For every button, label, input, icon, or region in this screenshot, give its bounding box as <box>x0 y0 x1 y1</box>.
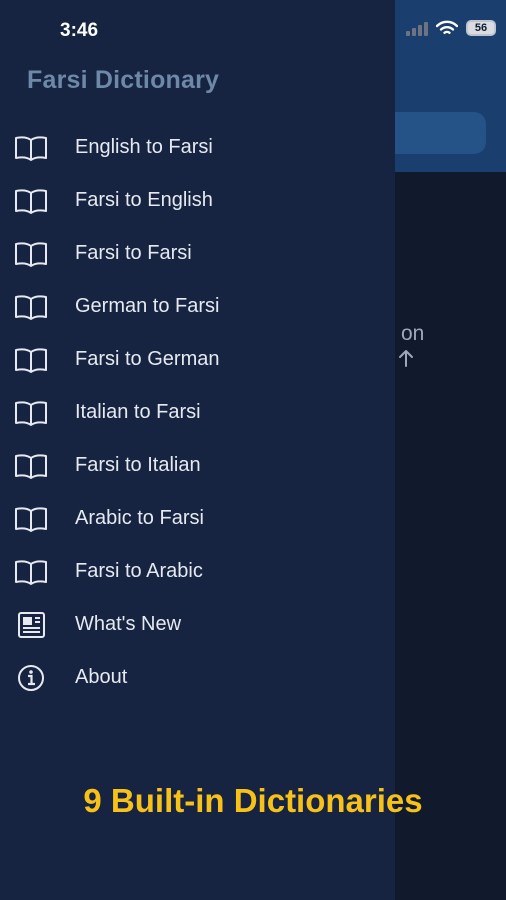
menu-item-label: Italian to Farsi <box>75 401 201 423</box>
battery-icon: 56 <box>466 20 496 36</box>
status-time: 3:46 <box>60 20 99 41</box>
menu-item-english-to-farsi[interactable]: English to Farsi <box>0 121 395 174</box>
book-icon <box>13 240 49 268</box>
menu-item-label: Farsi to Arabic <box>75 560 203 582</box>
drawer-title: Farsi Dictionary <box>27 66 220 94</box>
cellular-signal-icon <box>406 20 428 36</box>
book-icon <box>13 134 49 162</box>
menu-item-label: Farsi to English <box>75 189 213 211</box>
book-icon <box>13 187 49 215</box>
menu-item-label: German to Farsi <box>75 295 220 317</box>
menu-item-label: Farsi to German <box>75 348 220 370</box>
menu-item-label: Farsi to Italian <box>75 454 201 476</box>
menu-item-farsi-to-arabic[interactable]: Farsi to Arabic <box>0 545 395 598</box>
menu-item-about[interactable]: About <box>0 651 395 704</box>
arrow-up-icon <box>399 350 413 367</box>
book-icon <box>13 399 49 427</box>
menu-item-label: Farsi to Farsi <box>75 242 192 264</box>
menu-item-italian-to-farsi[interactable]: Italian to Farsi <box>0 386 395 439</box>
background-hint-text: on <box>401 322 425 345</box>
book-icon <box>13 452 49 480</box>
book-icon <box>13 505 49 533</box>
status-icons: 56 <box>406 20 496 36</box>
menu-item-label: About <box>75 666 128 688</box>
promo-caption: 9 Built-in Dictionaries <box>83 782 423 819</box>
drawer-menu: English to Farsi Farsi to English Farsi … <box>0 121 395 704</box>
menu-item-label: What's New <box>75 613 182 635</box>
menu-item-farsi-to-italian[interactable]: Farsi to Italian <box>0 439 395 492</box>
menu-item-arabic-to-farsi[interactable]: Arabic to Farsi <box>0 492 395 545</box>
book-icon <box>13 558 49 586</box>
menu-item-german-to-farsi[interactable]: German to Farsi <box>0 280 395 333</box>
book-icon <box>13 346 49 374</box>
navigation-drawer: Farsi Dictionary English to Farsi Farsi … <box>0 0 395 900</box>
menu-item-label: Arabic to Farsi <box>75 507 204 529</box>
newspaper-icon <box>13 611 49 639</box>
menu-item-farsi-to-english[interactable]: Farsi to English <box>0 174 395 227</box>
info-icon <box>13 664 49 692</box>
menu-item-farsi-to-german[interactable]: Farsi to German <box>0 333 395 386</box>
wifi-icon <box>436 20 458 34</box>
book-icon <box>13 293 49 321</box>
menu-item-label: English to Farsi <box>75 136 213 158</box>
menu-item-whats-new[interactable]: What's New <box>0 598 395 651</box>
menu-item-farsi-to-farsi[interactable]: Farsi to Farsi <box>0 227 395 280</box>
